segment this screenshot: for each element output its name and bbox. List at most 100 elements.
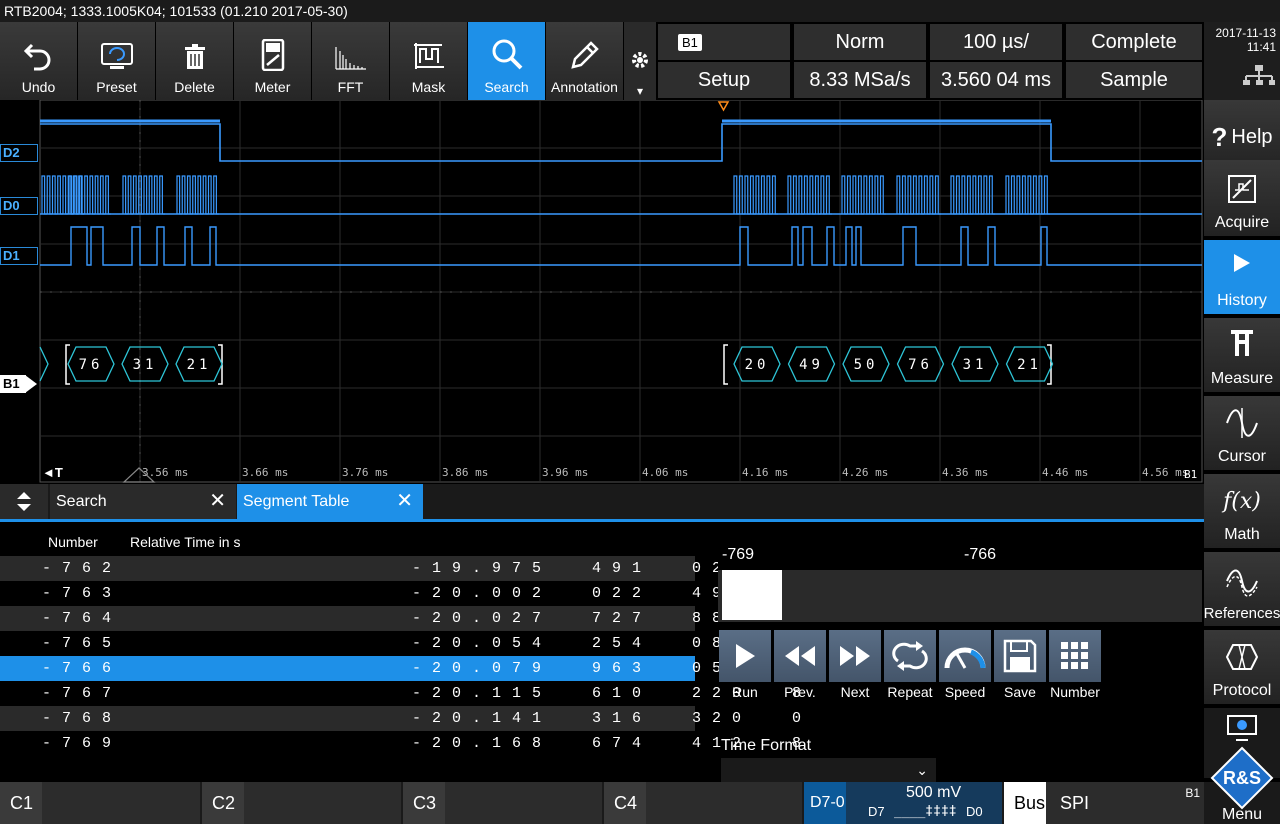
cursor-button[interactable]: Cursor [1204, 396, 1280, 472]
undo-button[interactable]: Undo [0, 22, 78, 100]
table-row[interactable]: - 7 6 8 - 2 0 . 1 4 1 3 1 6 3 2 0 0 [0, 706, 801, 731]
history-button[interactable]: History [1204, 240, 1280, 316]
undo-label: Undo [21, 79, 56, 95]
run-button[interactable] [719, 630, 771, 682]
mask-label: Mask [411, 79, 446, 95]
segment-number: - 7 6 2 [42, 560, 113, 577]
digital-channels-button[interactable]: D7-0 500 mV D7 ____‡‡‡‡ D0 [804, 782, 1002, 824]
segment-number: - 7 6 3 [42, 585, 113, 602]
trigger-setup-button[interactable]: Setup [658, 62, 790, 98]
math-label: Math [1224, 526, 1260, 543]
up-down-arrows-icon [17, 492, 31, 511]
trigger-source-cell[interactable]: B1 [658, 24, 790, 60]
bus-button[interactable]: Bus SPI B1 [1004, 782, 1204, 824]
digital-msb-label: D7 [868, 804, 885, 819]
history-slider-fill[interactable] [722, 570, 782, 620]
acquisition-mode[interactable]: Sample [1066, 62, 1202, 98]
channel-c3-button[interactable]: C3 [403, 782, 602, 824]
table-row[interactable]: - 7 6 9- 2 0 . 1 6 8 6 7 4 4 1 2 8 [0, 731, 801, 756]
time-format-label: Time Format [721, 737, 812, 754]
mask-button[interactable]: Mask [390, 22, 468, 100]
speed-label: Speed [944, 684, 986, 700]
bus-id: B1 [1185, 786, 1200, 800]
acquire-button[interactable]: Acquire [1204, 160, 1280, 238]
time-scale[interactable]: 100 µs/ [930, 24, 1062, 60]
meter-button[interactable]: Meter [234, 22, 312, 100]
annotation-label: Annotation [551, 79, 618, 95]
history-start-label: -769 [722, 546, 755, 563]
search-button[interactable]: Search [468, 22, 546, 100]
references-icon [1226, 569, 1258, 597]
next-button[interactable] [829, 630, 881, 682]
time-format-dropdown[interactable]: ⌄ [721, 758, 936, 782]
math-button[interactable]: f(x) Math [1204, 474, 1280, 550]
panel-resize-button[interactable] [0, 484, 48, 519]
segment-number: - 7 6 9 [42, 735, 113, 752]
channel-c2-button[interactable]: C2 [202, 782, 401, 824]
channel-label-d1[interactable]: D1 [0, 247, 38, 265]
toolbar-settings-button[interactable]: ▾ [624, 22, 656, 100]
table-row[interactable]: - 7 6 6- 2 0 . 0 7 9 9 6 3 0 5 9 2 [0, 656, 801, 681]
previous-button[interactable] [774, 630, 826, 682]
protocol-button[interactable]: Protocol [1204, 630, 1280, 706]
annotation-button[interactable]: Annotation [546, 22, 624, 100]
table-row[interactable]: - 7 6 7- 2 0 . 1 1 5 6 1 0 2 2 0 8 [0, 681, 801, 706]
trace-d0-burst [841, 175, 886, 215]
channel-label-d0[interactable]: D0 [0, 197, 38, 215]
time-tick-label: 4.36 ms [942, 466, 988, 479]
bus-byte-label: 21 [187, 357, 212, 373]
history-timeline[interactable]: -769 -766 [718, 542, 1202, 622]
segment-number: - 7 6 6 [42, 660, 113, 677]
measure-icon [1231, 330, 1253, 356]
run-label: Run [732, 684, 758, 700]
table-row[interactable]: - 7 6 3- 2 0 . 0 0 2 0 2 2 4 9 6 0 [0, 581, 801, 606]
trace-d2 [40, 123, 1202, 162]
trash-icon [184, 44, 205, 69]
channel-c1-button[interactable]: C1 [0, 782, 200, 824]
table-row[interactable]: - 7 6 4- 2 0 . 0 2 7 7 2 7 8 8 4 8 [0, 606, 801, 631]
repeat-button[interactable] [884, 630, 936, 682]
date-text: 2017-11-13 [1215, 26, 1277, 40]
trigger-mode[interactable]: Norm [794, 24, 926, 60]
help-label: Help [1231, 125, 1273, 148]
save-button[interactable] [994, 630, 1046, 682]
fft-button[interactable]: FFT [312, 22, 390, 100]
measure-button[interactable]: Measure [1204, 318, 1280, 394]
tab-segment-label: Segment Table [243, 493, 350, 510]
play-icon [736, 644, 755, 668]
undo-icon [23, 43, 50, 71]
digital-threshold: 500 mV [906, 784, 962, 801]
toolbar: Undo Preset Delete Meter FFT Mask Search… [0, 22, 656, 100]
repeat-label: Repeat [887, 684, 933, 700]
channel-label-d2[interactable]: D2 [0, 144, 38, 162]
number-button[interactable] [1049, 630, 1101, 682]
bus-byte-label: 31 [963, 357, 988, 373]
digital-lsb-label: D0 [966, 804, 983, 819]
mask-icon [413, 43, 444, 69]
speed-button[interactable] [939, 630, 991, 682]
bus-byte-label: 50 [854, 357, 879, 373]
chevron-down-icon: ▾ [636, 84, 644, 98]
channel-c4-button[interactable]: C4 [604, 782, 802, 824]
bus-label-b1[interactable]: B1 [0, 375, 26, 393]
time-tick-label: 4.56 ms [1142, 466, 1188, 479]
delete-button[interactable]: Delete [156, 22, 234, 100]
table-row[interactable]: - 7 6 5- 2 0 . 0 5 4 2 5 4 0 8 6 4 [0, 631, 801, 656]
digital-pattern: ____‡‡‡‡ [894, 804, 957, 819]
history-slider-track[interactable] [718, 570, 1202, 622]
trace-d0-burst [787, 175, 832, 215]
graticule-border [39, 100, 1203, 483]
close-icon[interactable]: ✕ [209, 484, 226, 519]
preset-button[interactable]: Preset [78, 22, 156, 100]
time-position[interactable]: 3.560 04 ms [930, 62, 1062, 98]
title-bar: RTB2004; 1333.1005K04; 101533 (01.210 20… [0, 0, 1280, 22]
references-button[interactable]: References [1204, 552, 1280, 628]
tab-search[interactable]: Search ✕ [50, 484, 236, 519]
tab-segment-table[interactable]: Segment Table ✕ [237, 484, 423, 519]
segment-time: - 2 0 . 1 4 1 3 1 6 3 2 0 0 [412, 710, 803, 727]
trace-d0-burst [950, 175, 995, 215]
math-icon: f(x) [1223, 489, 1261, 514]
waveform-display[interactable]: 3.56 ms 3.66 ms 3.76 ms 3.86 ms 3.96 ms 4.06 … [0, 100, 1204, 484]
table-row[interactable]: - 7 6 2- 1 9 . 9 7 5 4 9 1 0 2 0 8 [0, 556, 801, 581]
close-icon[interactable]: ✕ [396, 484, 413, 519]
